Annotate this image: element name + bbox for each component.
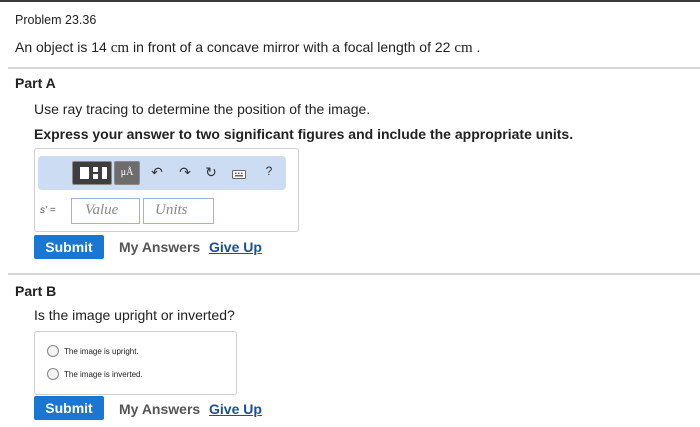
problem-unit-1: cm — [110, 40, 130, 56]
divider — [8, 67, 700, 69]
radio-button[interactable] — [47, 345, 59, 357]
units-input[interactable]: Units — [143, 198, 214, 224]
math-toolbar: μÅ ↶ ↷ ↻ ? — [38, 156, 286, 190]
problem-title: Problem 23.36 — [15, 13, 97, 27]
template-block-icon — [93, 167, 98, 172]
divider — [8, 273, 700, 275]
problem-text-3: . — [472, 39, 481, 55]
part-a-instruction: Use ray tracing to determine the positio… — [34, 101, 371, 117]
problem-unit-2: cm — [454, 40, 473, 56]
redo-icon[interactable]: ↷ — [176, 164, 194, 181]
part-b-my-answers-link[interactable]: My Answers — [119, 401, 200, 417]
problem-text-2: in front of a concave mirror with a foca… — [129, 39, 455, 55]
part-b-submit-button[interactable]: Submit — [34, 396, 104, 420]
part-a-submit-button[interactable]: Submit — [34, 235, 104, 259]
part-b-question: Is the image upright or inverted? — [34, 307, 235, 323]
variable-label: s' = — [40, 205, 56, 216]
reset-icon[interactable]: ↻ — [202, 164, 220, 181]
template-block-icon — [102, 167, 107, 179]
undo-icon[interactable]: ↶ — [148, 164, 166, 181]
units-button[interactable]: μÅ — [114, 161, 140, 185]
value-input[interactable]: Value — [71, 198, 140, 224]
templates-button[interactable] — [72, 161, 112, 185]
choice-label[interactable]: The image is upright. — [64, 347, 139, 356]
choice-box — [34, 331, 237, 395]
part-b-heading[interactable]: Part B — [15, 283, 56, 299]
part-a-my-answers-link[interactable]: My Answers — [119, 239, 200, 255]
part-a-give-up-link[interactable]: Give Up — [209, 239, 262, 255]
part-a-heading[interactable]: Part A — [15, 75, 56, 91]
top-border — [0, 0, 700, 2]
part-b-give-up-link[interactable]: Give Up — [209, 401, 262, 417]
part-a-instruction-bold: Express your answer to two significant f… — [34, 126, 574, 142]
help-icon[interactable]: ? — [260, 164, 278, 178]
choice-label[interactable]: The image is inverted. — [64, 370, 143, 379]
template-block-icon — [80, 167, 89, 179]
keyboard-icon[interactable] — [230, 166, 248, 182]
radio-button[interactable] — [47, 368, 59, 380]
problem-text-1: An object is 14 — [15, 39, 111, 55]
problem-statement: An object is 14 cm in front of a concave… — [15, 39, 480, 57]
template-block-icon — [93, 174, 98, 179]
